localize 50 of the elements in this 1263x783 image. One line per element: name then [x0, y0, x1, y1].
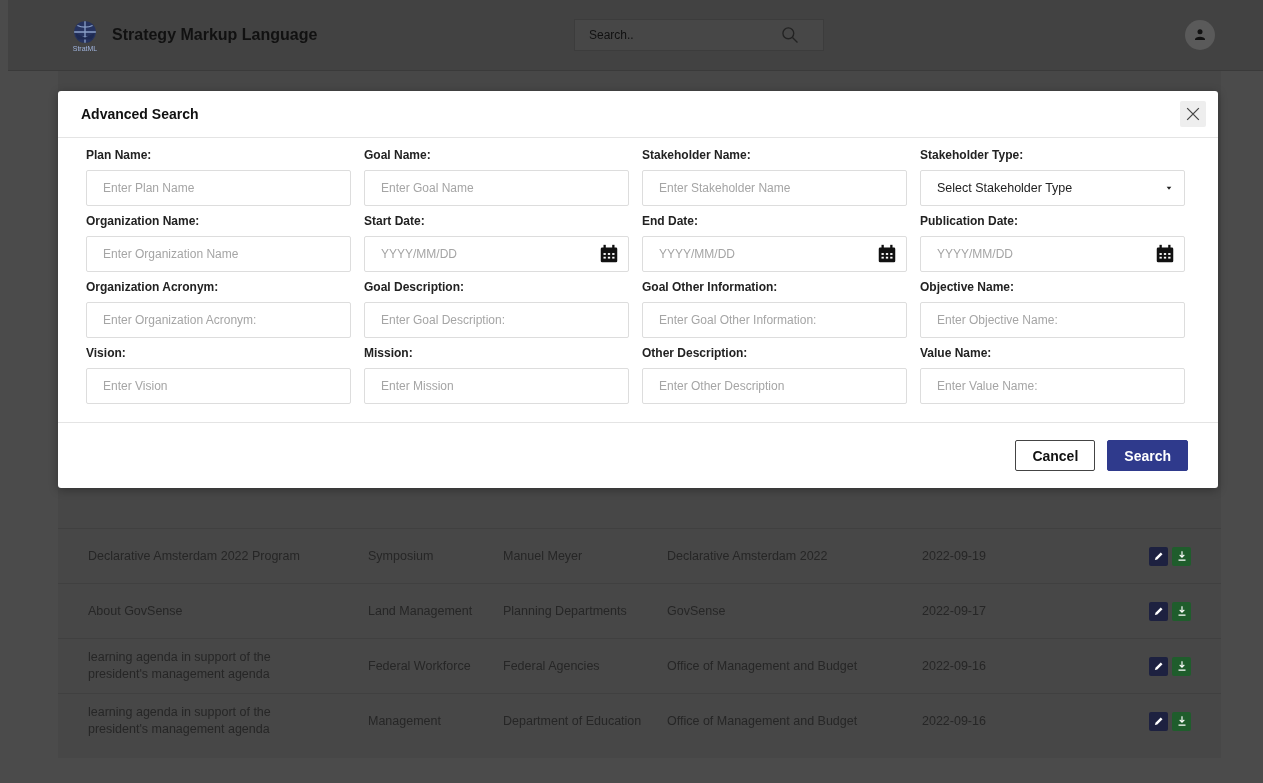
dialog-title: Advanced Search — [81, 106, 199, 122]
edit-button[interactable] — [1149, 546, 1168, 566]
input-field[interactable]: Enter Value Name: — [920, 368, 1185, 404]
input-field[interactable]: Enter Stakeholder Name — [642, 170, 907, 206]
field-label: Organization Acronym: — [86, 280, 220, 294]
field-label: End Date: — [642, 214, 699, 228]
input-field[interactable]: Enter Goal Name — [364, 170, 629, 206]
calendar-icon — [876, 243, 898, 265]
field-label: Objective Name: — [920, 280, 1016, 294]
edit-button[interactable] — [1149, 656, 1168, 676]
field-label: Mission: — [364, 346, 414, 360]
input-field[interactable]: Enter Plan Name — [86, 170, 351, 206]
download-button[interactable] — [1172, 546, 1191, 566]
field-label: Publication Date: — [920, 214, 1019, 228]
field-label: Organization Name: — [86, 214, 201, 228]
field-label: Value Name: — [920, 346, 993, 360]
input-field[interactable]: Enter Mission — [364, 368, 629, 404]
date-field[interactable]: YYYY/MM/DD — [920, 236, 1185, 272]
download-button[interactable] — [1172, 601, 1191, 621]
field-label: Stakeholder Type: — [920, 148, 1025, 162]
field-label: Plan Name: — [86, 148, 153, 162]
dropdown[interactable]: Select Stakeholder Type — [920, 170, 1185, 206]
field-label: Start Date: — [364, 214, 426, 228]
input-field[interactable]: Enter Objective Name: — [920, 302, 1185, 338]
calendar-icon — [1154, 243, 1176, 265]
field-label: Goal Other Information: — [642, 280, 779, 294]
input-field[interactable]: Enter Organization Acronym: — [86, 302, 351, 338]
download-button[interactable] — [1172, 656, 1191, 676]
input-field[interactable]: Enter Goal Other Information: — [642, 302, 907, 338]
input-field[interactable]: Enter Organization Name — [86, 236, 351, 272]
search-icon — [780, 25, 800, 45]
date-field[interactable]: YYYY/MM/DD — [364, 236, 629, 272]
edit-button[interactable] — [1149, 711, 1168, 731]
field-label: Goal Name: — [364, 148, 432, 162]
field-label: Goal Description: — [364, 280, 465, 294]
input-field[interactable]: Enter Vision — [86, 368, 351, 404]
input-field[interactable]: Enter Goal Description: — [364, 302, 629, 338]
cancel-button[interactable]: Cancel — [1015, 440, 1096, 471]
user-avatar-icon[interactable] — [1185, 20, 1215, 50]
field-label: Vision: — [86, 346, 127, 360]
search-button[interactable]: Search — [1107, 440, 1188, 471]
edit-button[interactable] — [1149, 601, 1168, 621]
date-field[interactable]: YYYY/MM/DD — [642, 236, 907, 272]
download-button[interactable] — [1172, 711, 1191, 731]
globe-icon — [71, 18, 99, 45]
field-label: Stakeholder Name: — [642, 148, 752, 162]
input-field[interactable]: Enter Other Description — [642, 368, 907, 404]
close-button[interactable] — [1180, 101, 1206, 127]
field-label: Other Description: — [642, 346, 749, 360]
calendar-icon — [598, 243, 620, 265]
